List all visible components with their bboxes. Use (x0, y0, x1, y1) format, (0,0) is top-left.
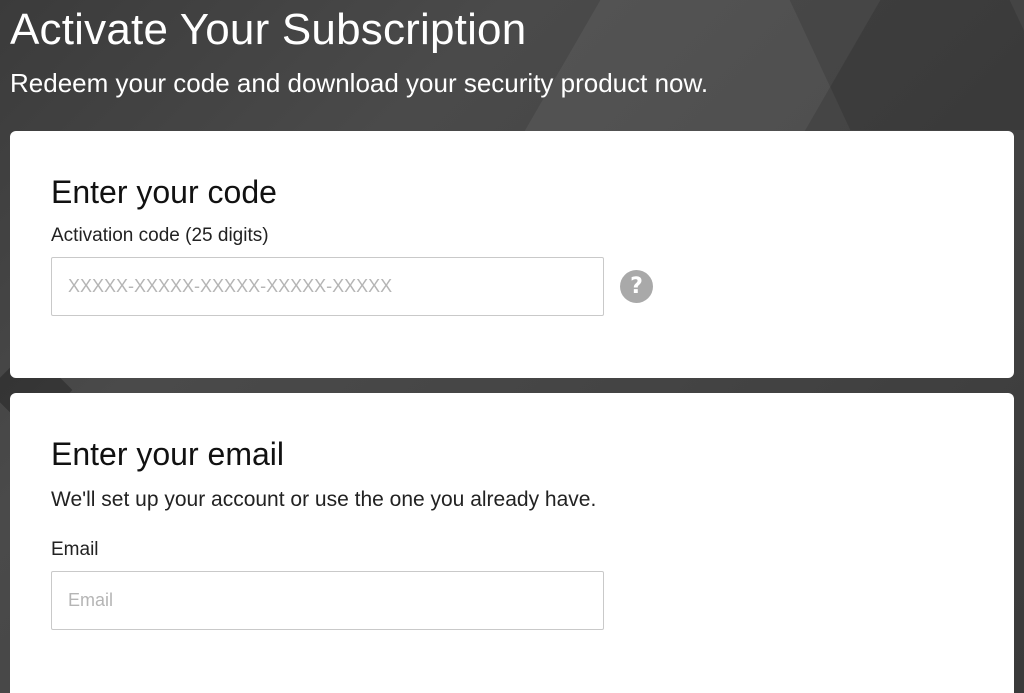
email-input[interactable] (51, 571, 604, 630)
email-label: Email (51, 539, 99, 560)
email-row (51, 571, 1014, 630)
page-title: Activate Your Subscription (10, 5, 527, 54)
email-section-title: Enter your email (51, 436, 284, 472)
activation-code-label: Activation code (25 digits) (51, 225, 269, 246)
activation-code-card: Enter your code Activation code (25 digi… (10, 131, 1014, 378)
activation-code-input[interactable] (51, 257, 604, 316)
hero-header: Activate Your Subscription Redeem your c… (10, 4, 1010, 100)
email-section-description: We'll set up your account or use the one… (51, 488, 597, 511)
page-subtitle: Redeem your code and download your secur… (10, 68, 709, 98)
code-section-title: Enter your code (51, 174, 277, 210)
help-icon[interactable]: ? (620, 270, 653, 303)
activation-code-row: ? (51, 257, 1014, 316)
email-card: Enter your email We'll set up your accou… (10, 393, 1014, 693)
